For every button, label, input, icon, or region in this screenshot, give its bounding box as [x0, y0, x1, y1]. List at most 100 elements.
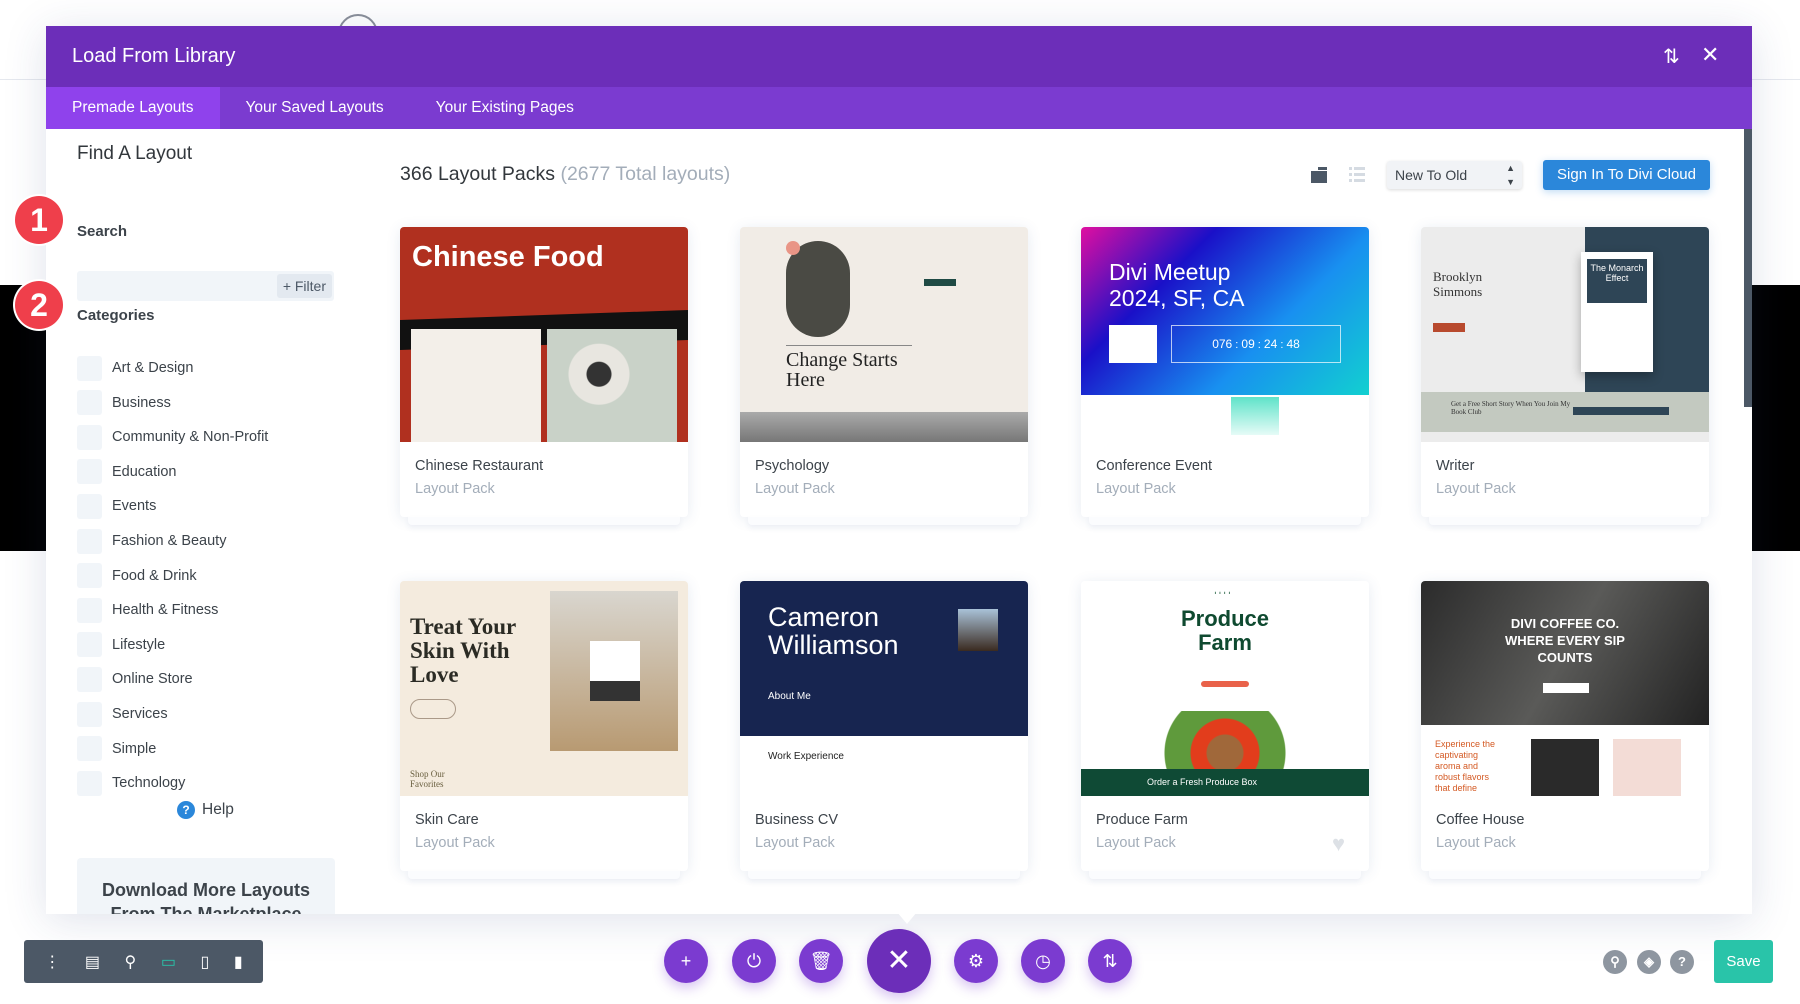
grid-view-icon[interactable]	[1310, 166, 1328, 184]
sort-select[interactable]: New To Old ▲ ▼	[1387, 161, 1522, 189]
checkbox[interactable]	[77, 632, 102, 658]
step-badge-1: 1	[15, 196, 63, 244]
layout-thumbnail[interactable]: Chinese Food	[400, 227, 688, 442]
phone-view-icon[interactable]: ▮	[234, 952, 243, 972]
tab-existing-pages[interactable]: Your Existing Pages	[410, 87, 600, 129]
tab-premade-layouts[interactable]: Premade Layouts	[46, 87, 220, 129]
thumb-banner: Order a Fresh Produce Box	[1081, 769, 1369, 796]
power-icon[interactable]: ⏻	[732, 939, 776, 983]
thumb-title: DIVI COFFEE CO. WHERE EVERY SIP COUNTS	[1505, 616, 1625, 665]
category-checkbox[interactable]: Events	[77, 493, 156, 519]
layout-type: Layout Pack	[1096, 835, 1176, 851]
modal-tabs: Premade Layouts Your Saved Layouts Your …	[46, 87, 1752, 129]
save-button[interactable]: Save	[1714, 940, 1773, 983]
checkbox[interactable]	[77, 459, 102, 485]
layout-thumbnail[interactable]: DIVI COFFEE CO. WHERE EVERY SIP COUNTS Ex…	[1421, 581, 1709, 796]
checkbox[interactable]	[77, 770, 102, 796]
category-label: Community & Non-Profit	[112, 429, 269, 446]
checkbox[interactable]	[77, 563, 102, 589]
close-icon[interactable]: ✕	[1701, 42, 1719, 68]
category-checkbox[interactable]: Business	[77, 390, 171, 416]
layout-card[interactable]: DIVI COFFEE CO. WHERE EVERY SIP COUNTS Ex…	[1421, 581, 1709, 879]
download-more-layouts[interactable]: Download More Layouts From The Marketpla…	[77, 858, 335, 914]
layout-thumbnail[interactable]: Treat Your Skin With Love Shop Our Favori…	[400, 581, 688, 796]
thumb-about: About Me	[768, 691, 811, 702]
checkbox[interactable]	[77, 701, 102, 727]
checkbox[interactable]	[77, 666, 102, 692]
checkbox[interactable]	[77, 736, 102, 762]
layout-thumbnail[interactable]: ˈˈˈˈ Produce Farm Order a Fresh Produce Bo…	[1081, 581, 1369, 796]
layout-card[interactable]: Change Starts Here Psychology Layout Pack	[740, 227, 1028, 525]
category-checkbox[interactable]: Health & Fitness	[77, 597, 218, 623]
sort-arrows-icon[interactable]: ⇅	[1663, 44, 1680, 69]
search-input[interactable]: + Filter	[77, 271, 334, 301]
category-checkbox[interactable]: Services	[77, 701, 168, 727]
category-checkbox[interactable]: Education	[77, 459, 177, 485]
layout-thumbnail[interactable]: Change Starts Here	[740, 227, 1028, 442]
scrollbar[interactable]	[1744, 129, 1752, 407]
layout-thumbnail[interactable]: Divi Meetup 2024, SF, CA 076 : 09 : 24 : …	[1081, 227, 1369, 442]
layout-type: Layout Pack	[1096, 481, 1176, 497]
checkbox[interactable]	[77, 493, 102, 519]
book-title: The Monarch Effect	[1587, 259, 1647, 303]
layout-card[interactable]: Divi Meetup 2024, SF, CA 076 : 09 : 24 : …	[1081, 227, 1369, 525]
portability-icon[interactable]: ⇅	[1088, 939, 1132, 983]
tablet-view-icon[interactable]: ▯	[201, 952, 210, 972]
checkbox[interactable]	[77, 528, 102, 554]
history-clock-icon[interactable]: ◷	[1021, 939, 1065, 983]
list-view-icon[interactable]	[1348, 166, 1366, 184]
zoom-icon[interactable]: ⚲	[125, 952, 137, 972]
thumb-title: Produce Farm	[1180, 606, 1270, 655]
layout-card[interactable]: Cameron Williamson About Me Work Experienc…	[740, 581, 1028, 879]
layout-card[interactable]: Brooklyn Simmons The Monarch Effect Get a …	[1421, 227, 1709, 525]
category-checkbox[interactable]: Online Store	[77, 666, 193, 692]
layout-thumbnail[interactable]: Cameron Williamson About Me Work Experienc…	[740, 581, 1028, 796]
load-from-library-modal: Load From Library ⇅ ✕ Premade Layouts Yo…	[46, 26, 1752, 914]
thumb-title: Brooklyn Simmons	[1433, 269, 1483, 299]
view-mode-toolbar: ⋮ ▤ ⚲ ▭ ▯ ▮	[24, 940, 263, 983]
close-builder-icon[interactable]: ✕	[867, 929, 931, 993]
sign-in-divi-cloud-button[interactable]: Sign In To Divi Cloud	[1543, 160, 1710, 190]
countdown-value: 48	[1286, 337, 1300, 351]
filter-button[interactable]: + Filter	[276, 274, 332, 298]
tab-saved-layouts[interactable]: Your Saved Layouts	[220, 87, 410, 129]
sidebar-heading: Find A Layout	[77, 143, 193, 164]
add-icon[interactable]: +	[664, 939, 708, 983]
thumb-title: Divi Meetup 2024, SF, CA	[1109, 259, 1245, 311]
layout-card[interactable]: Chinese Food Chinese Restaurant Layout Pac…	[400, 227, 688, 525]
background-block-right	[1752, 285, 1800, 551]
category-checkbox[interactable]: Fashion & Beauty	[77, 528, 226, 554]
wireframe-icon[interactable]: ▤	[85, 952, 100, 972]
category-checkbox[interactable]: Food & Drink	[77, 563, 197, 589]
layout-thumbnail[interactable]: Brooklyn Simmons The Monarch Effect Get a …	[1421, 227, 1709, 442]
category-checkbox[interactable]: Art & Design	[77, 355, 193, 381]
category-checkbox[interactable]: Lifestyle	[77, 632, 165, 658]
desktop-view-icon[interactable]: ▭	[161, 952, 176, 972]
layout-type: Layout Pack	[415, 481, 495, 497]
category-checkbox[interactable]: Technology	[77, 770, 185, 796]
category-label: Lifestyle	[112, 636, 166, 653]
layout-name: Produce Farm	[1096, 812, 1188, 828]
layout-type: Layout Pack	[1436, 835, 1516, 851]
settings-gear-icon[interactable]: ⚙	[954, 939, 998, 983]
checkbox[interactable]	[77, 355, 102, 381]
help-icon[interactable]: ?	[1670, 950, 1694, 974]
help-link[interactable]: ? Help	[177, 801, 234, 819]
trash-icon[interactable]: 🗑	[799, 939, 843, 983]
thumb-work: Work Experience	[768, 751, 844, 762]
category-checkbox[interactable]: Community & Non-Profit	[77, 424, 268, 450]
category-label: Online Store	[112, 671, 193, 688]
menu-dots-icon[interactable]: ⋮	[44, 952, 60, 972]
layout-name: Conference Event	[1096, 458, 1213, 474]
search-icon[interactable]: ⚲	[1603, 950, 1627, 974]
layout-card[interactable]: Treat Your Skin With Love Shop Our Favori…	[400, 581, 688, 879]
checkbox[interactable]	[77, 390, 102, 416]
layers-icon[interactable]: ◈	[1637, 950, 1661, 974]
layout-type: Layout Pack	[415, 835, 495, 851]
favorite-heart-icon[interactable]: ♥	[1332, 831, 1345, 857]
checkbox[interactable]	[77, 597, 102, 623]
layout-card[interactable]: ˈˈˈˈ Produce Farm Order a Fresh Produce Bo…	[1081, 581, 1369, 879]
thumb-title: Cameron Williamson	[768, 602, 899, 660]
checkbox[interactable]	[77, 424, 102, 450]
category-checkbox[interactable]: Simple	[77, 736, 156, 762]
